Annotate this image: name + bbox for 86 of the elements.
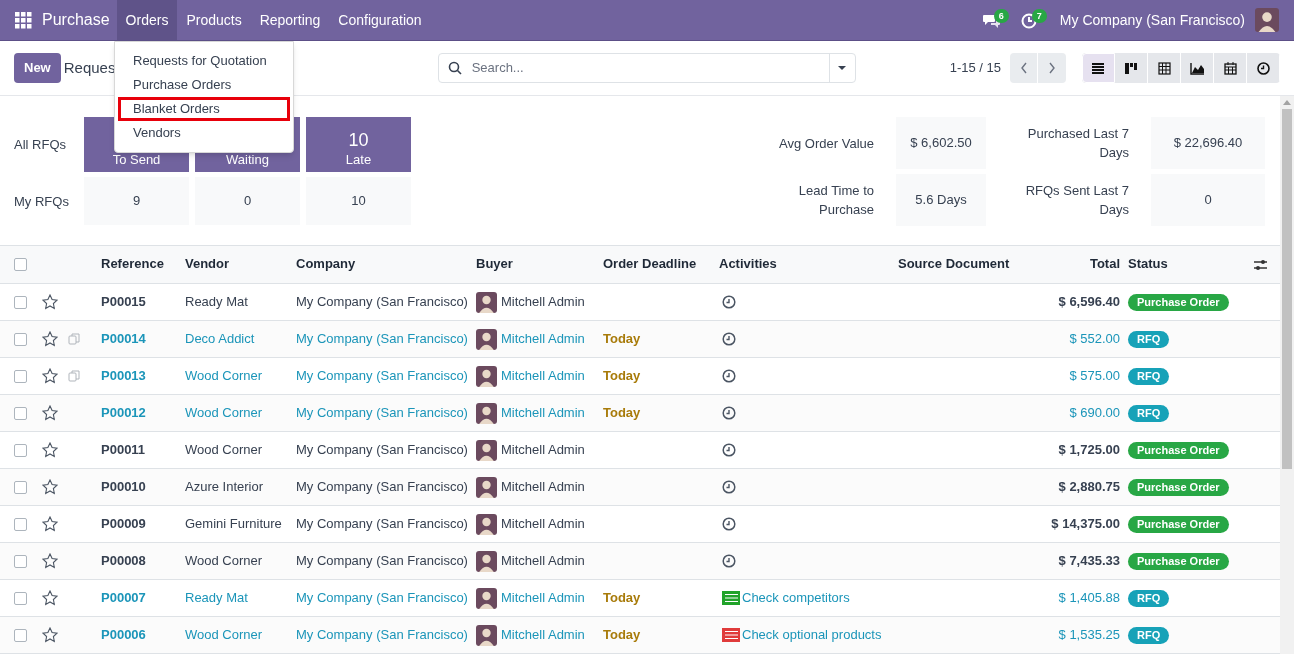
vendor-cell-text: Azure Interior [185, 477, 265, 496]
kpi-value: 0 [1151, 174, 1265, 226]
pager-text: 1-15 / 15 [949, 58, 1001, 77]
total-cell-text: $ 14,375.00 [1050, 514, 1120, 533]
reference-cell-text: P00013 [101, 366, 147, 385]
count-badge: 6 [993, 9, 1009, 23]
kpi-label: Lead Time to Purchase [797, 182, 875, 219]
status-badge: RFQ [1128, 330, 1170, 348]
company-cell-text: My Company (San Francisco) [296, 292, 469, 311]
deadline-cell-text: Today [603, 329, 642, 348]
vendor-cell-text: Deco Addict [185, 329, 256, 348]
kpi-value: $ 22,696.40 [1151, 117, 1265, 169]
total-cell-text: $ 552.00 [1068, 329, 1120, 348]
status-badge: RFQ [1128, 626, 1170, 644]
buyer-name: Mitchell Admin [501, 477, 585, 496]
reference-cell-text: P00012 [101, 403, 147, 422]
total-cell-text: $ 1,405.88 [1057, 588, 1120, 607]
company-cell-text: My Company (San Francisco) [296, 440, 469, 459]
stat-caption: Late [345, 152, 372, 168]
buyer-name: Mitchell Admin [501, 551, 585, 570]
total-cell-text: $ 2,880.75 [1057, 477, 1120, 496]
deadline-cell-text: Today [603, 588, 642, 607]
total-cell-text: $ 7,435.33 [1057, 551, 1120, 570]
kpi-label: RFQs Sent Last 7 Days [1024, 182, 1130, 219]
kpi-label: Avg Order Value [778, 134, 875, 153]
row-label: All RFQs [13, 136, 67, 154]
vendor-cell-text: Wood Corner [185, 403, 264, 422]
total-cell-text: $ 575.00 [1068, 366, 1120, 385]
vendor-cell-text: Wood Corner [185, 440, 264, 459]
stat-value: 9 [132, 191, 141, 210]
stat-caption: Waiting [226, 152, 269, 168]
buyer-name: Mitchell Admin [501, 588, 585, 607]
company-cell-text: My Company (San Francisco) [296, 403, 469, 422]
total-cell-text: $ 690.00 [1068, 403, 1120, 422]
count-badge: 7 [1031, 9, 1047, 23]
reference-cell-text: P00006 [101, 625, 147, 644]
total-cell-text: $ 1,535.25 [1057, 625, 1120, 644]
status-badge: RFQ [1128, 404, 1170, 422]
vendor-cell-text: Wood Corner [185, 625, 264, 644]
company-cell-text: My Company (San Francisco) [296, 366, 469, 385]
stat-value: 10 [348, 129, 369, 152]
stat-value: 10 [351, 191, 366, 210]
vendor-cell-text: Ready Mat [185, 292, 249, 311]
reference-cell-text: P00008 [101, 551, 147, 570]
status-badge: Purchase Order [1128, 552, 1229, 570]
status-badge: Purchase Order [1128, 478, 1229, 496]
company-cell-text: My Company (San Francisco) [296, 514, 469, 533]
company-cell-text: My Company (San Francisco) [296, 588, 469, 607]
reference-cell-text: P00014 [101, 329, 147, 348]
buyer-name: Mitchell Admin [501, 514, 585, 533]
row-label: My RFQs [13, 192, 70, 211]
buyer-name: Mitchell Admin [501, 329, 585, 348]
status-badge: RFQ [1128, 367, 1170, 385]
status-badge: RFQ [1128, 589, 1170, 607]
page-title: Reques [63, 58, 116, 79]
reference-cell-text: P00015 [101, 292, 147, 311]
company-cell-text: My Company (San Francisco) [296, 477, 469, 496]
buyer-name: Mitchell Admin [501, 366, 585, 385]
status-badge: Purchase Order [1128, 515, 1229, 533]
reference-cell-text: P00011 [101, 440, 147, 459]
buyer-name: Mitchell Admin [501, 403, 585, 422]
company-cell-text: My Company (San Francisco) [296, 625, 469, 644]
buyer-name: Mitchell Admin [501, 292, 585, 311]
total-cell-text: $ 1,725.00 [1057, 440, 1120, 459]
reference-cell-text: P00010 [101, 477, 147, 496]
buyer-name: Mitchell Admin [501, 440, 585, 459]
vendor-cell-text: Ready Mat [185, 588, 249, 607]
kpi-value: $ 6,602.50 [896, 117, 986, 169]
reference-cell-text: P00007 [101, 588, 147, 607]
vendor-cell-text: Wood Corner [185, 551, 264, 570]
company-cell-text: My Company (San Francisco) [296, 329, 469, 348]
buyer-name: Mitchell Admin [501, 625, 585, 644]
vendor-cell-text: Wood Corner [185, 366, 264, 385]
kpi-value: 5.6 Days [896, 174, 986, 226]
stat-value: 0 [243, 191, 252, 210]
company-cell-text: My Company (San Francisco) [296, 551, 469, 570]
total-cell-text: $ 6,596.40 [1057, 292, 1120, 311]
stat-caption: To Send [112, 152, 161, 168]
status-badge: Purchase Order [1128, 441, 1229, 459]
deadline-cell-text: Today [603, 403, 642, 422]
reference-cell-text: P00009 [101, 514, 147, 533]
status-badge: Purchase Order [1128, 293, 1229, 311]
deadline-cell-text: Today [603, 625, 642, 644]
kpi-label: Purchased Last 7 Days [1026, 125, 1130, 162]
vendor-cell-text: Gemini Furniture [185, 514, 283, 533]
deadline-cell-text: Today [603, 366, 642, 385]
